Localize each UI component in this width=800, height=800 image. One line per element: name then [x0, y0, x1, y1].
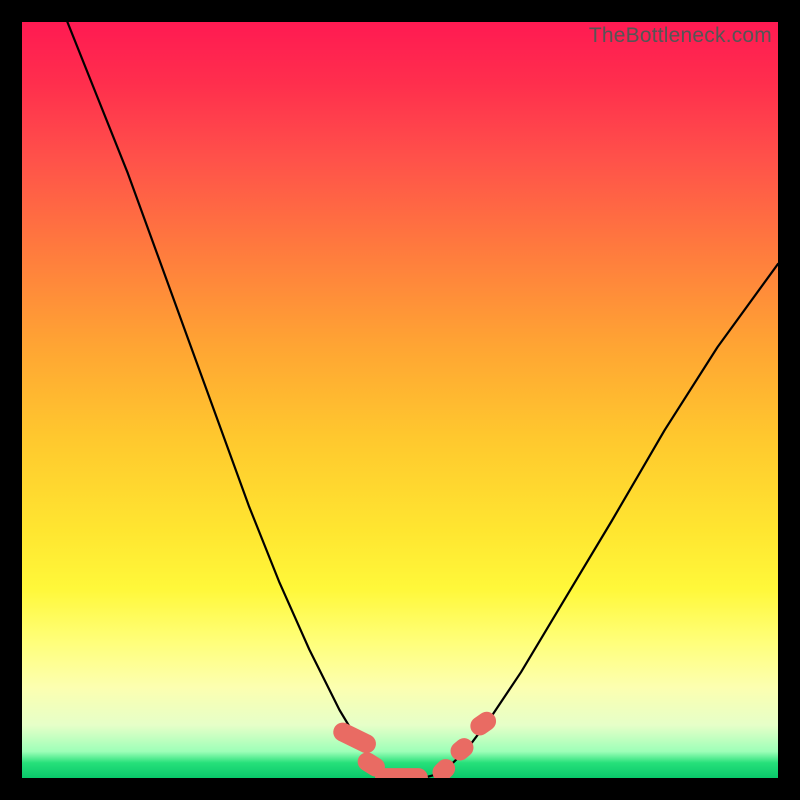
chart-frame: TheBottleneck.com: [0, 0, 800, 800]
bottleneck-curve: [67, 22, 778, 778]
bottleneck-zone-markers: [330, 708, 500, 778]
marker-4: [447, 734, 478, 764]
marker-0: [330, 719, 379, 756]
chart-plot-area: TheBottleneck.com: [22, 22, 778, 778]
chart-svg: [22, 22, 778, 778]
marker-2: [375, 768, 428, 778]
